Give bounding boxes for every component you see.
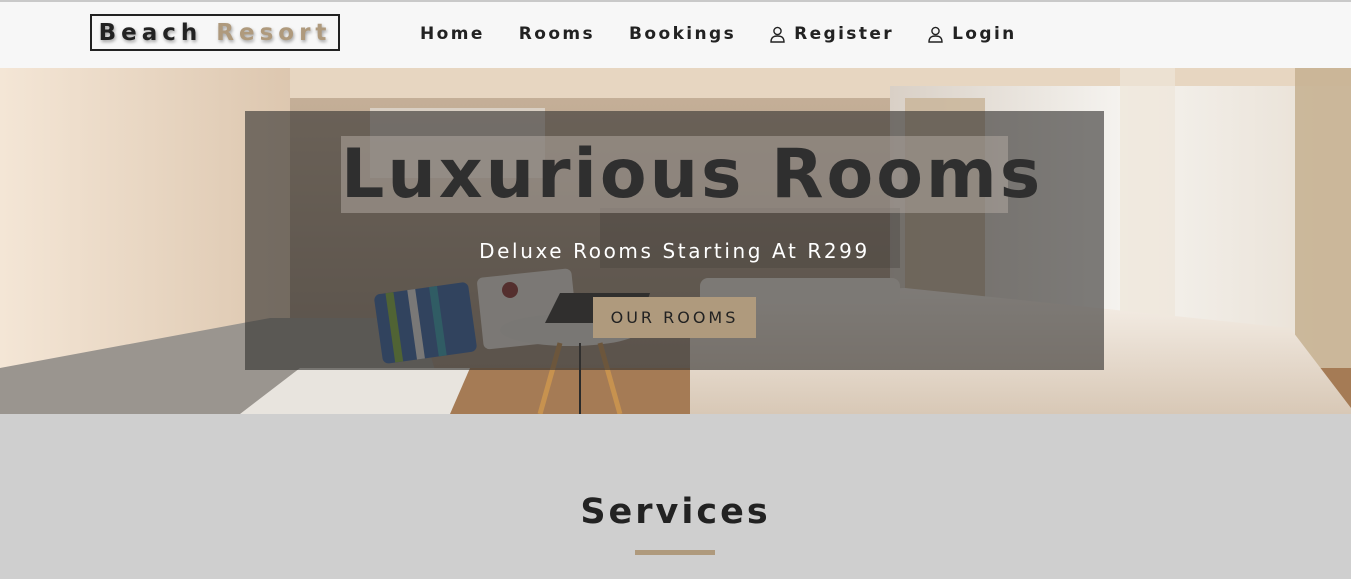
- nav-link-rooms[interactable]: Rooms: [519, 24, 595, 44]
- hero-banner: Luxurious Rooms Deluxe Rooms Starting At…: [245, 111, 1104, 370]
- nav-link-register[interactable]: Register: [770, 24, 894, 44]
- navbar: Beach Resort Home Rooms Bookings Registe…: [0, 2, 1351, 68]
- brand-logo[interactable]: Beach Resort: [90, 14, 340, 51]
- services-title: Services: [580, 492, 771, 532]
- nav-link-login[interactable]: Login: [928, 24, 1017, 44]
- hero-title: Luxurious Rooms: [341, 135, 1044, 214]
- nav-link-label: Rooms: [518, 24, 596, 44]
- nav-link-label: Register: [794, 24, 895, 44]
- nav-link-bookings[interactable]: Bookings: [629, 24, 736, 44]
- user-icon: [770, 26, 785, 43]
- nav-link-home[interactable]: Home: [420, 24, 485, 44]
- nav-link-label: Home: [420, 24, 485, 44]
- our-rooms-button[interactable]: OUR ROOMS: [593, 297, 756, 338]
- brand-word-beach: Beach: [98, 19, 203, 46]
- hero-section: Luxurious Rooms Deluxe Rooms Starting At…: [0, 68, 1351, 414]
- nav-links: Home Rooms Bookings Register Login: [420, 22, 1051, 46]
- nav-link-label: Bookings: [629, 24, 737, 44]
- page: Beach Resort Home Rooms Bookings Registe…: [0, 0, 1351, 579]
- hero-subtitle: Deluxe Rooms Starting At R299: [479, 239, 870, 263]
- brand-word-resort: Resort: [216, 19, 332, 46]
- services-title-underline: [635, 550, 715, 555]
- nav-link-label: Login: [952, 24, 1017, 44]
- user-icon: [928, 26, 943, 43]
